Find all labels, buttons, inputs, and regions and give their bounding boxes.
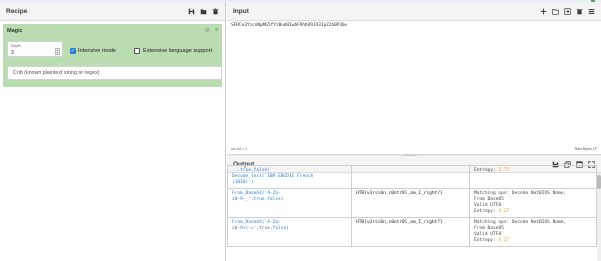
operation-name: Magic <box>7 28 23 34</box>
pause-icon[interactable]: ⏸ <box>215 27 218 34</box>
recipe-panel: Recipe Magic ⊘ ⏸ Depth 3 ▲ ▼ ✓ Intensive … <box>0 2 226 261</box>
plus-icon[interactable] <box>540 8 547 15</box>
entropy-line: Entropy: 4.27 <box>474 238 592 244</box>
recipe-toolbar <box>188 7 219 15</box>
recipe-line: z0-9+\-=',true,false) <box>232 226 289 231</box>
recipe-header: Recipe <box>0 2 225 21</box>
entropy-label: Entropy: <box>474 238 499 243</box>
entropy-value: 4.27 <box>498 209 510 214</box>
entropy-value: 4.27 <box>498 238 510 243</box>
result-recipe[interactable]: From_Base64('A-Za-z0-9+\-=',true,false) <box>227 217 352 247</box>
recipe-line: z0-9-_',true,false) <box>232 197 284 202</box>
folder-icon[interactable] <box>200 8 207 15</box>
intensive-mode-checkbox[interactable]: ✓ <box>70 48 76 54</box>
input-header: Input <box>227 2 601 21</box>
result-properties: Entropy: 3.77 <box>469 165 597 189</box>
magic-results-table: ...true,false) Decode_text('IBM EBCDIC Fr… <box>227 165 597 247</box>
recipe-title: Recipe <box>6 7 28 15</box>
extensive-language-checkbox[interactable] <box>134 48 140 54</box>
entropy-label: Entropy: <box>474 168 499 173</box>
depth-field[interactable]: Depth 3 ▲ ▼ <box>7 41 63 57</box>
result-value: HTB{v3rsi0n_c0ntr0l_am_I_right?} <box>351 217 470 247</box>
trash-icon[interactable] <box>212 7 219 15</box>
output-scrollbar[interactable] <box>597 173 601 261</box>
result-row: ...true,false) Decode_text('IBM EBCDIC Fr… <box>227 165 597 189</box>
result-properties: Matching ops: Decode NetBIOS Name, From B… <box>469 188 597 218</box>
result-properties: Matching ops: Decode NetBIOS Name, From B… <box>469 217 597 247</box>
crib-input[interactable]: Crib (known plaintext string or regex) <box>7 66 222 80</box>
trash-icon[interactable] <box>576 8 583 15</box>
intensive-mode-label: Intensive mode <box>78 48 116 54</box>
input-toolbar <box>540 7 595 15</box>
entropy-line: Entropy: 3.77 <box>474 168 592 174</box>
entropy-line: Entropy: 4.27 <box>474 209 592 215</box>
operation-controls: ⊘ ⏸ <box>205 27 218 34</box>
input-textarea[interactable]: SFRCe3YzcnNpMG5fYzBudHIwbF9hbV9JX3JpZ2h0… <box>231 23 347 28</box>
depth-stepper[interactable]: ▲ ▼ <box>55 48 60 55</box>
input-encoding[interactable]: Raw Bytes LF <box>575 147 597 151</box>
magic-operation[interactable]: Magic ⊘ ⏸ Depth 3 ▲ ▼ ✓ Intensive mode Ex… <box>3 24 222 87</box>
open-folder-icon[interactable] <box>552 8 559 15</box>
scrollbar-thumb[interactable] <box>597 175 601 189</box>
input-panel: Input SFRCe3YzcnNpMG5fYzBudHIwbF9hbV9JX3… <box>227 2 601 154</box>
import-file-icon[interactable] <box>564 7 571 15</box>
input-stats: rec 44 = 1 <box>231 147 248 151</box>
entropy-label: Entropy: <box>474 209 499 214</box>
extensive-language-label: Extensive language support <box>143 48 213 54</box>
input-status-bar: rec 44 = 1 Raw Bytes LF <box>227 145 601 154</box>
layout-icon[interactable] <box>588 8 595 15</box>
output-panel: Output ...true,false) Decode_text('IBM EB… <box>227 156 601 261</box>
disable-icon[interactable]: ⊘ <box>205 27 210 34</box>
result-value <box>351 165 470 189</box>
save-icon[interactable] <box>188 8 195 15</box>
depth-value[interactable]: 3 <box>11 50 14 56</box>
result-value: HTB{v3rsi0n_c0ntr0l_am_I_right?} <box>351 188 470 218</box>
input-title: Input <box>233 7 249 15</box>
result-recipe[interactable]: From_Base64('A-Za-z0-9-_',true,false) <box>227 188 352 218</box>
result-recipe[interactable]: ...true,false) Decode_text('IBM EBCDIC Fr… <box>227 165 352 189</box>
recipe-line: (1010)') <box>232 180 254 185</box>
result-row: From_Base64('A-Za-z0-9+\-=',true,false) H… <box>227 217 597 247</box>
depth-label: Depth <box>11 44 21 48</box>
result-row: From_Base64('A-Za-z0-9-_',true,false) HTB… <box>227 188 597 218</box>
entropy-value: 3.77 <box>498 168 510 173</box>
